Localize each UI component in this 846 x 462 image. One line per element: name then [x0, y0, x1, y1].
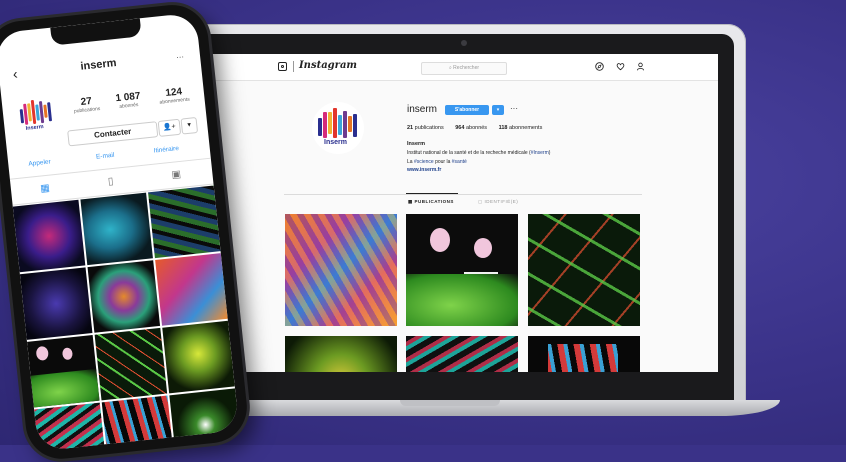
profile-username: inserm [407, 104, 438, 115]
post-thumbnail[interactable] [406, 336, 518, 372]
profile-stats: 21 publications 964 abonnés 118 abonneme… [407, 125, 542, 131]
hashtag-link[interactable]: #Inserm [531, 150, 549, 156]
follow-button[interactable]: S'abonner [445, 105, 489, 115]
post-thumbnail[interactable] [406, 214, 518, 326]
publications-count: 21 [407, 125, 414, 131]
post-thumbnail[interactable] [162, 320, 235, 394]
mobile-followers-stat[interactable]: 1 087 abonnés [108, 90, 150, 111]
post-thumbnail[interactable] [148, 185, 221, 259]
inserm-logo-text: Inserm [25, 124, 44, 132]
instagram-logo[interactable]: Instagram [299, 60, 357, 71]
post-thumbnail[interactable] [528, 214, 640, 326]
email-button[interactable]: E-mail [96, 152, 115, 161]
call-button[interactable]: Appeler [28, 158, 51, 167]
inserm-logo-text: Inserm [324, 139, 347, 146]
profile-avatar[interactable]: Inserm [312, 102, 364, 154]
user-icon[interactable] [636, 62, 645, 71]
grid-icon[interactable]: ▦ [39, 183, 52, 196]
post-thumbnail[interactable] [101, 395, 175, 452]
post-thumbnail[interactable] [285, 214, 397, 326]
hashtag-link[interactable]: #santé [452, 159, 467, 165]
post-thumbnail[interactable] [94, 327, 168, 401]
tab-identified-label: IDENTIFIÉ(E) [484, 199, 519, 204]
instagram-camera-icon[interactable] [278, 62, 287, 71]
bio-text: pour la [433, 158, 452, 165]
tab-identified[interactable]: ▢ IDENTIFIÉ(E) [478, 199, 518, 205]
more-options-icon[interactable]: ··· [510, 104, 518, 113]
post-thumbnail[interactable] [27, 335, 100, 408]
search-input[interactable]: ⌕ Rechercher [421, 62, 507, 75]
followers-label[interactable]: abonnés [466, 125, 487, 131]
following-count[interactable]: 118 [499, 125, 508, 131]
laptop-screen: Instagram ⌕ Rechercher Inserm inserm S'a… [208, 54, 718, 372]
hashtag-link[interactable]: #science [414, 159, 434, 165]
inserm-logo-bars [19, 98, 53, 125]
tab-publications[interactable]: ▦ PUBLICATIONS [408, 199, 454, 205]
phone-screen: ‹ inserm ··· Inserm 27 publications 1 08… [0, 12, 240, 452]
post-thumbnail[interactable] [528, 336, 640, 372]
profile-bio: Institut national de la santé et de la r… [407, 149, 707, 175]
tabs-divider [284, 194, 642, 195]
search-placeholder: Rechercher [453, 65, 480, 71]
tagged-icon[interactable]: ▣ [170, 169, 183, 182]
mobile-following-stat[interactable]: 124 abonnements [151, 85, 197, 107]
contact-button[interactable]: Contacter [67, 121, 159, 147]
laptop-hinge-notch [400, 400, 500, 406]
publications-label: publications [414, 125, 444, 131]
add-person-button[interactable]: 👤+ [157, 118, 182, 137]
followers-count[interactable]: 964 [455, 125, 464, 131]
post-thumbnail[interactable] [34, 402, 107, 452]
directions-button[interactable]: Itinéraire [153, 145, 179, 155]
post-thumbnail[interactable] [155, 253, 228, 326]
mobile-profile-avatar[interactable]: Inserm [13, 93, 60, 140]
tab-publications-label: PUBLICATIONS [414, 199, 454, 204]
instagram-top-bar: Instagram ⌕ Rechercher [208, 54, 718, 81]
follow-dropdown-button[interactable]: ▾ [492, 105, 504, 115]
bio-text: Institut national de la santé et de la r… [407, 150, 531, 156]
laptop-camera [461, 40, 467, 46]
website-link[interactable]: www.inserm.fr [407, 167, 441, 173]
chevron-down-icon[interactable]: ▾ [180, 116, 199, 135]
active-tab-indicator [406, 193, 458, 194]
post-thumbnail[interactable] [87, 260, 161, 333]
following-label[interactable]: abonnements [509, 125, 542, 131]
post-thumbnail[interactable] [285, 336, 397, 372]
inserm-logo-bars [318, 108, 358, 138]
post-thumbnail[interactable] [80, 192, 153, 266]
bio-text: La [407, 158, 414, 165]
heart-icon[interactable] [616, 62, 625, 71]
post-thumbnail[interactable] [12, 199, 86, 273]
more-options-icon[interactable]: ··· [176, 52, 185, 62]
post-thumbnail[interactable] [19, 267, 93, 340]
compass-icon[interactable] [595, 62, 604, 71]
mobile-publications-stat: 27 publications [66, 94, 108, 115]
mobile-username: inserm [79, 57, 118, 73]
feed-icon[interactable]: ▯ [104, 176, 117, 189]
logo-divider [293, 61, 294, 72]
phone-notch [50, 18, 142, 46]
bio-text: ) [548, 150, 551, 156]
back-icon[interactable]: ‹ [12, 65, 18, 81]
profile-display-name: Inserm [407, 141, 426, 147]
